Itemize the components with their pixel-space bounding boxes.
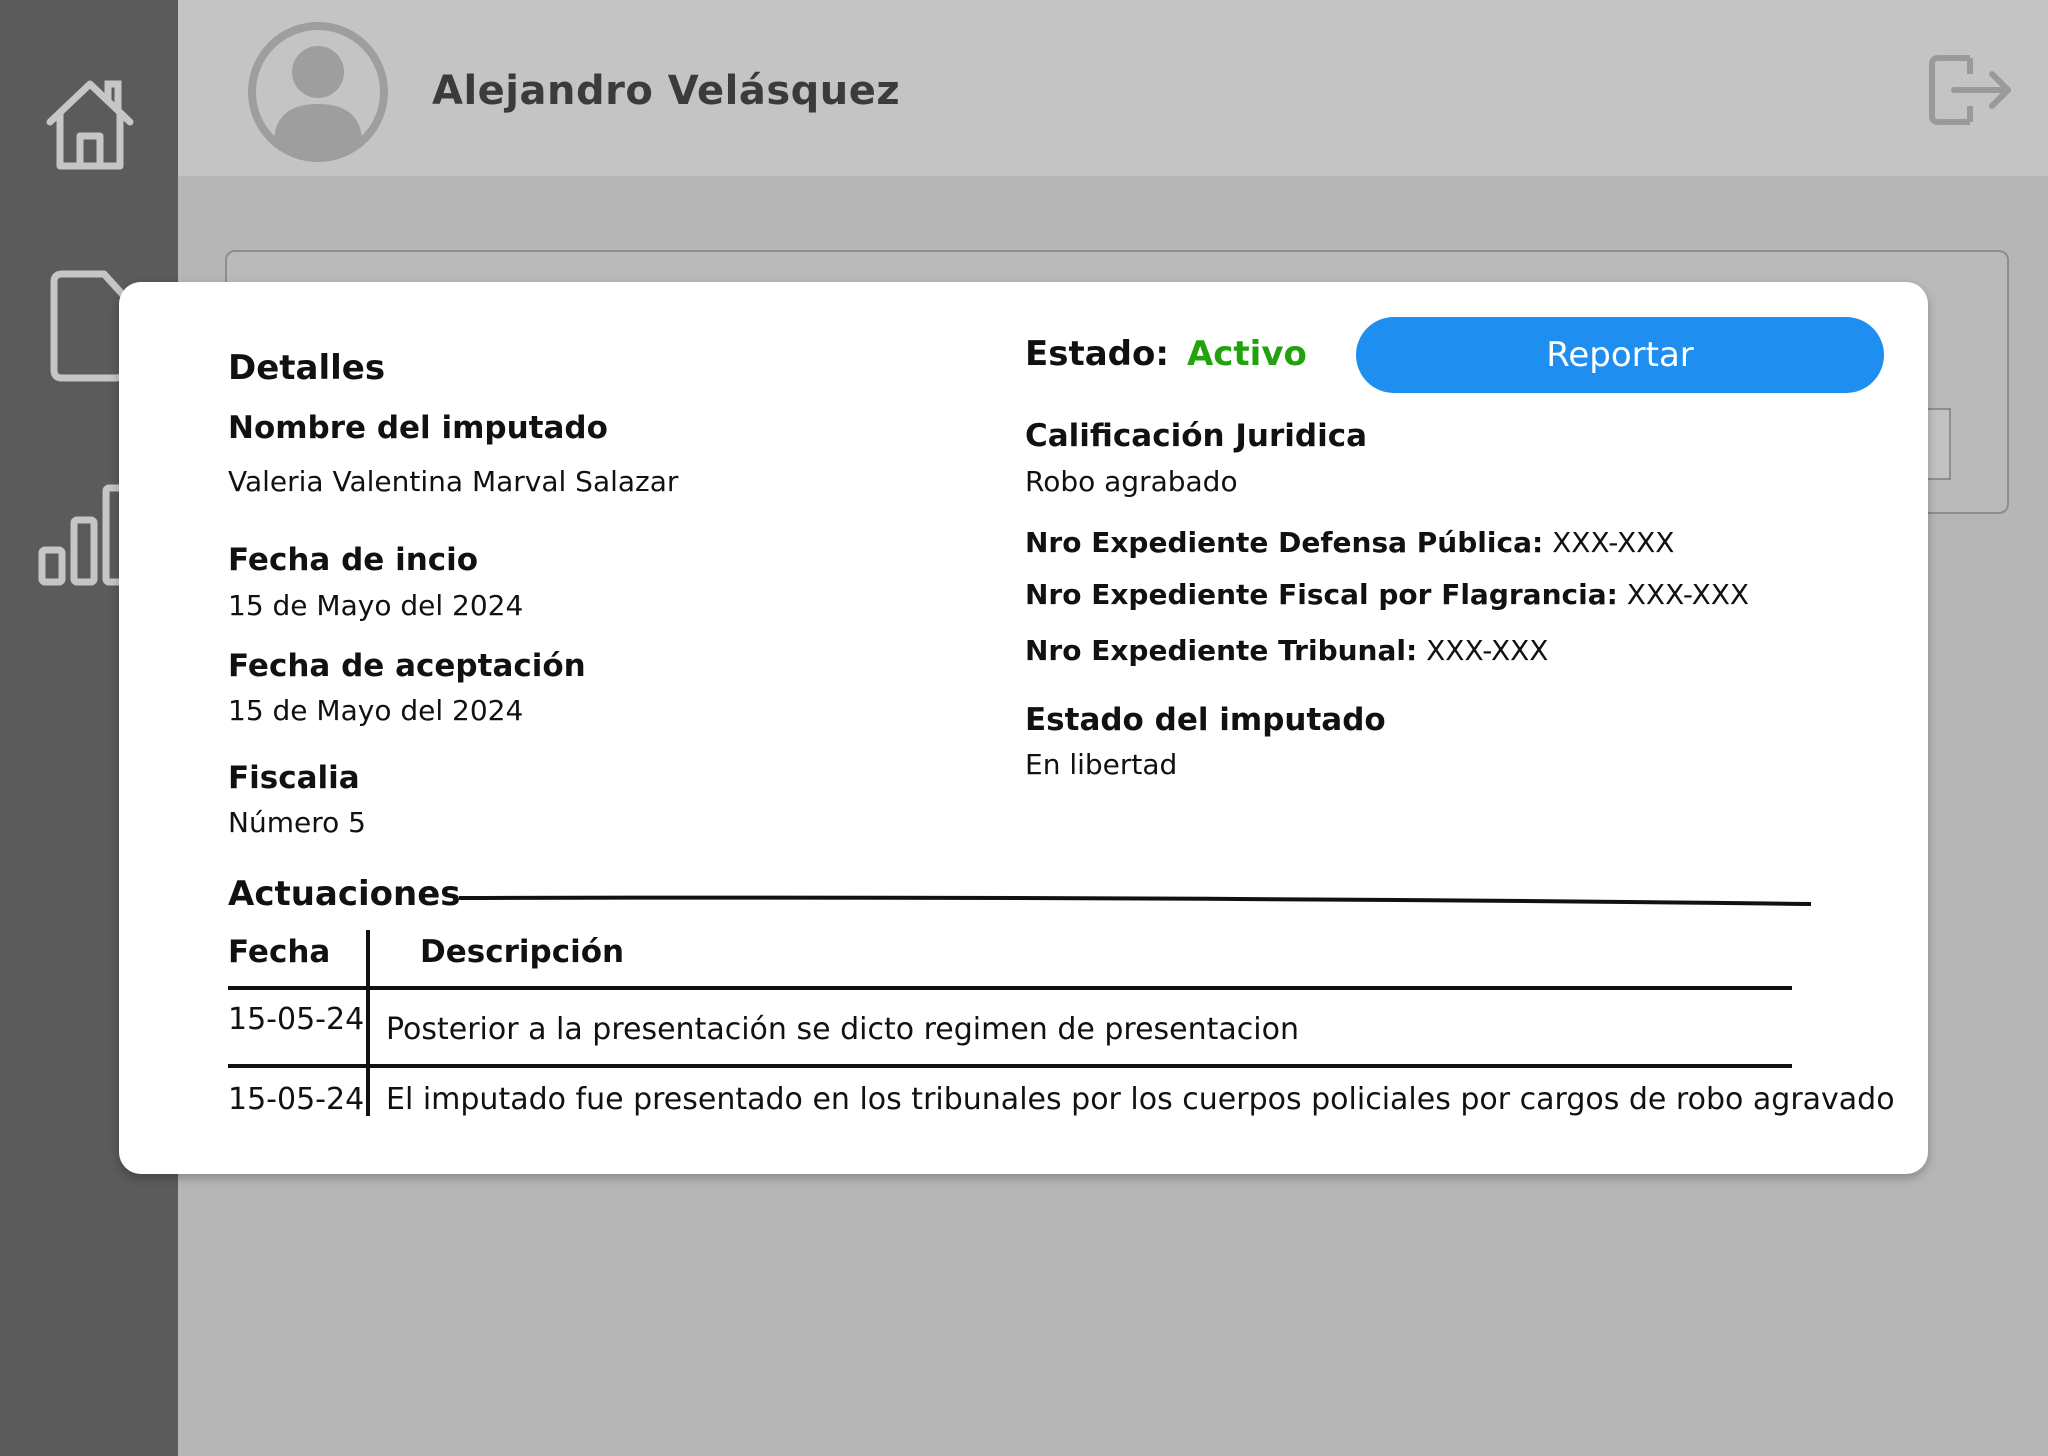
- section-divider: [458, 895, 1812, 906]
- exp-fiscal-label: Nro Expediente Fiscal por Flagrancia:: [1025, 578, 1618, 611]
- exp-tribunal-label: Nro Expediente Tribunal:: [1025, 634, 1418, 667]
- exp-fiscal: Nro Expediente Fiscal por Flagrancia: XX…: [1025, 578, 1749, 611]
- status-badge: Activo: [1186, 334, 1307, 374]
- report-button[interactable]: Reportar: [1356, 317, 1884, 393]
- estado-imputado-label: Estado del imputado: [1025, 702, 1386, 738]
- exp-defensa: Nro Expediente Defensa Pública: XXX-XXX: [1025, 526, 1674, 559]
- estado-row: Estado: Activo: [1025, 334, 1307, 374]
- avatar-icon[interactable]: [246, 20, 390, 164]
- fecha-inicio-label: Fecha de incio: [228, 542, 479, 578]
- exp-defensa-value: XXX-XXX: [1552, 526, 1675, 559]
- document-icon[interactable]: [48, 270, 128, 382]
- logout-icon[interactable]: [1928, 52, 2016, 128]
- row-descripcion: Posterior a la presentación se dicto reg…: [386, 1012, 1299, 1047]
- details-title: Detalles: [228, 348, 386, 388]
- fiscalia-value: Número 5: [228, 806, 366, 839]
- calificacion-value: Robo agrabado: [1025, 465, 1238, 498]
- top-bar: Alejandro Velásquez: [178, 0, 2048, 176]
- estado-imputado-value: En libertad: [1025, 748, 1178, 781]
- row-divider: [228, 1064, 1792, 1068]
- exp-tribunal: Nro Expediente Tribunal: XXX-XXX: [1025, 634, 1548, 667]
- calificacion-label: Calificación Juridica: [1025, 418, 1367, 454]
- column-divider: [366, 930, 370, 1116]
- fecha-inicio-value: 15 de Mayo del 2024: [228, 589, 524, 622]
- row-descripcion: El imputado fue presentado en los tribun…: [386, 1082, 1895, 1117]
- row-fecha: 15-05-24: [228, 1002, 365, 1037]
- header-divider: [228, 986, 1792, 990]
- actuaciones-title: Actuaciones: [228, 874, 461, 914]
- fecha-aceptacion-value: 15 de Mayo del 2024: [228, 694, 524, 727]
- nombre-value: Valeria Valentina Marval Salazar: [228, 465, 679, 498]
- estado-label: Estado:: [1025, 334, 1169, 374]
- exp-defensa-label: Nro Expediente Defensa Pública:: [1025, 526, 1544, 559]
- details-modal: Detalles Nombre del imputado Valeria Val…: [119, 282, 1928, 1174]
- bar-chart-icon[interactable]: [38, 482, 128, 586]
- exp-fiscal-value: XXX-XXX: [1626, 578, 1750, 611]
- fiscalia-label: Fiscalia: [228, 760, 360, 796]
- exp-tribunal-value: XXX-XXX: [1426, 634, 1549, 667]
- table-header-descripcion: Descripción: [420, 934, 625, 970]
- fecha-aceptacion-label: Fecha de aceptación: [228, 648, 586, 684]
- row-fecha: 15-05-24: [228, 1082, 365, 1117]
- home-icon[interactable]: [44, 76, 136, 172]
- nombre-label: Nombre del imputado: [228, 410, 608, 446]
- table-header-fecha: Fecha: [228, 934, 331, 970]
- user-name: Alejandro Velásquez: [432, 68, 901, 114]
